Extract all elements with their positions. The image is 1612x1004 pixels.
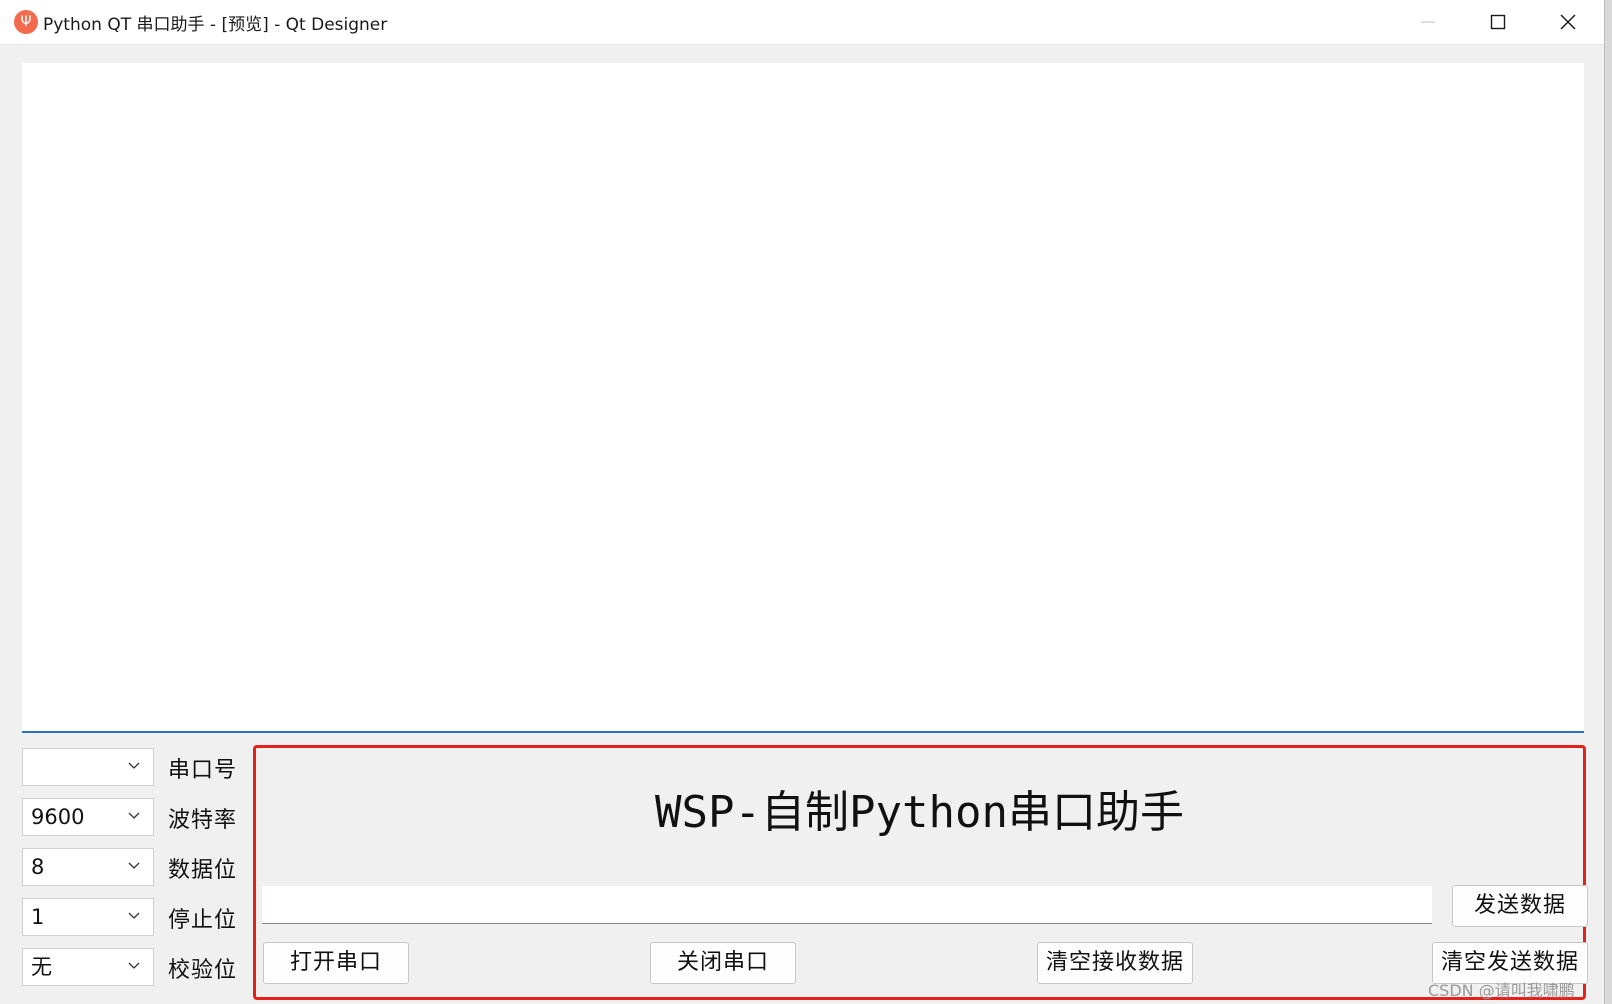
chevron-down-icon: [128, 762, 140, 769]
background-window-edge: [1604, 0, 1612, 1004]
watermark: CSDN @请叫我啸鹏: [1428, 981, 1575, 1000]
parity-label: 校验位: [168, 958, 238, 983]
databits-combobox-value: 8: [31, 855, 45, 879]
port-combobox[interactable]: [22, 748, 154, 786]
usb-icon: Ψ: [14, 10, 38, 34]
panel-title: WSP-自制Python串口助手: [655, 787, 1184, 838]
minimize-icon: [1421, 21, 1435, 23]
control-panel: WSP-自制Python串口助手 发送数据 打开串口 关闭串口 清空接收数据 清…: [253, 745, 1588, 1000]
stopbits-label: 停止位: [168, 908, 238, 933]
minimize-button[interactable]: [1393, 0, 1463, 44]
databits-label: 数据位: [168, 858, 238, 883]
window-title: Python QT 串口助手 - [预览] - Qt Designer: [43, 15, 388, 35]
baud-combobox-value: 9600: [31, 805, 85, 829]
parity-combobox-value: 无: [31, 955, 52, 979]
parity-combobox[interactable]: 无: [22, 948, 154, 986]
close-icon: [1560, 14, 1576, 30]
close-port-button[interactable]: 关闭串口: [650, 942, 796, 984]
databits-combobox[interactable]: 8: [22, 848, 154, 886]
close-button[interactable]: [1533, 0, 1603, 44]
maximize-button[interactable]: [1463, 0, 1533, 44]
send-button[interactable]: 发送数据: [1452, 885, 1588, 927]
maximize-icon: [1490, 14, 1506, 30]
send-input[interactable]: [262, 886, 1432, 924]
stopbits-combobox-value: 1: [31, 905, 45, 929]
open-port-button[interactable]: 打开串口: [263, 942, 409, 984]
chevron-down-icon: [128, 912, 140, 919]
chevron-down-icon: [128, 962, 140, 969]
stopbits-combobox[interactable]: 1: [22, 898, 154, 936]
chevron-down-icon: [128, 862, 140, 869]
baud-combobox[interactable]: 9600: [22, 798, 154, 836]
clear-receive-button[interactable]: 清空接收数据: [1037, 942, 1193, 984]
baud-label: 波特率: [168, 808, 238, 833]
receive-text-area[interactable]: [22, 63, 1584, 733]
chevron-down-icon: [128, 812, 140, 819]
title-bar: Ψ Python QT 串口助手 - [预览] - Qt Designer: [0, 0, 1612, 45]
port-label: 串口号: [168, 758, 238, 783]
app-window: Ψ Python QT 串口助手 - [预览] - Qt Designer 串口…: [0, 0, 1612, 1004]
